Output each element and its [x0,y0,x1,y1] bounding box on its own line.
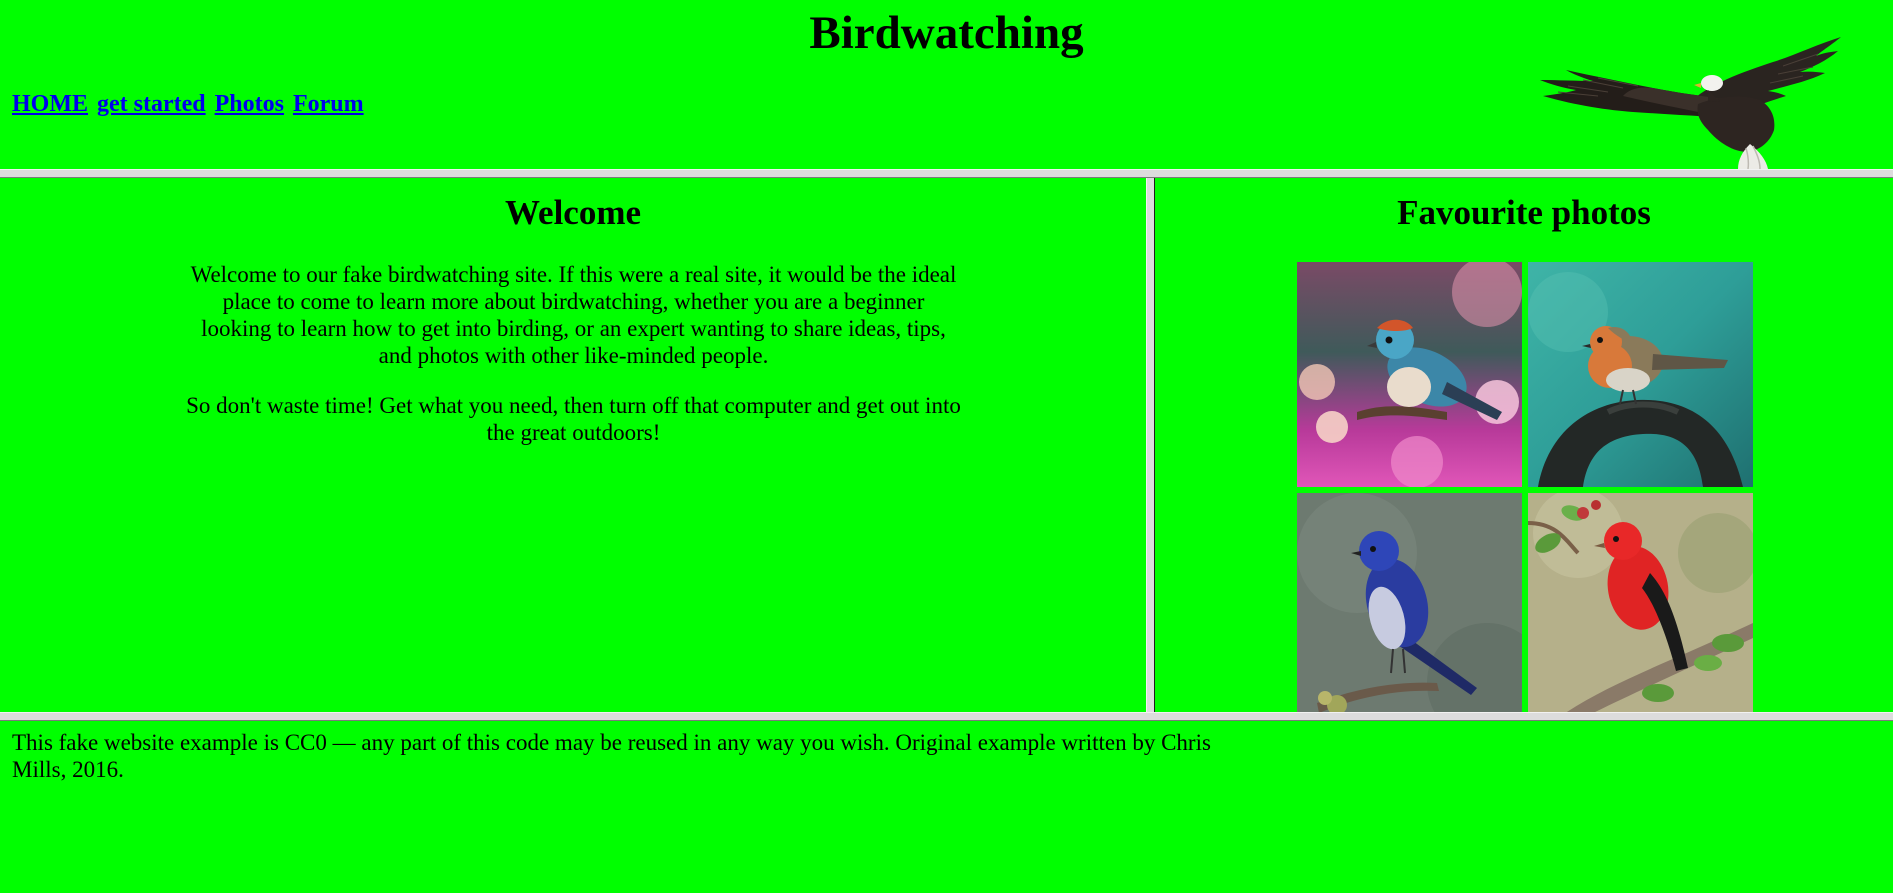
nav-link-photos[interactable]: Photos [215,91,284,117]
footer-frame: This fake website example is CC0 — any p… [0,721,1893,893]
vertical-frame-border[interactable] [1146,178,1155,712]
header-frame-border[interactable] [0,169,1893,178]
site-title: Birdwatching [809,7,1084,59]
nav-link-get-started[interactable]: get started [97,91,206,117]
photos-frame: Favourite photos [1155,178,1893,712]
welcome-paragraph: Welcome to our fake birdwatching site. I… [190,262,957,368]
photos-heading: Favourite photos [1397,193,1651,232]
footer-frame-border[interactable] [0,712,1893,721]
welcome-heading: Welcome [504,193,642,232]
main-nav: HOME get started Photos Forum [12,89,367,119]
nav-link-home[interactable]: HOME [12,91,88,117]
header-frame: Birdwatching HOME get started Photos For… [0,0,1893,169]
nav-link-forum[interactable]: Forum [293,91,364,117]
robin-photo[interactable] [1528,262,1753,487]
colorful-finch-photo[interactable] [1297,262,1522,487]
welcome-text: Welcome to our fake birdwatching site. I… [186,261,961,469]
blue-flycatcher-photo[interactable] [1297,493,1522,712]
welcome-frame: Welcome Welcome to our fake birdwatching… [0,178,1146,712]
eagle-icon [1538,34,1844,169]
welcome-paragraph: So don't waste time! Get what you need, … [186,393,961,445]
footer-text: This fake website example is CC0 — any p… [12,730,1211,782]
red-tanager-photo[interactable] [1528,493,1753,712]
